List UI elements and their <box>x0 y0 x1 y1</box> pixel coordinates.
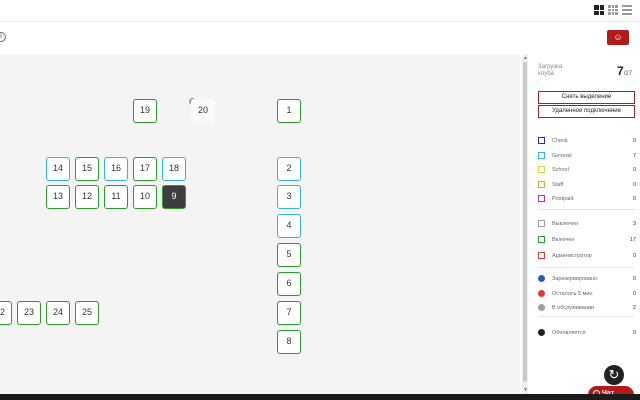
pc-tile-7[interactable]: 7 <box>277 301 301 325</box>
pc-tile-2[interactable]: 2 <box>277 157 301 181</box>
toolbar: i ☺ <box>0 22 640 54</box>
legend-swatch <box>538 236 545 243</box>
club-map: 19 20 1 1415161718 2 131211109 3 4 5 6 22232425 7 8 <box>0 54 520 394</box>
map-scrollbar[interactable]: ▲ ▼ <box>522 54 528 394</box>
deselect-button[interactable]: Снять выделение <box>538 91 635 104</box>
legend-group-school: School 0 <box>538 165 636 174</box>
legend-state-2: Администратор 0 <box>538 251 636 260</box>
legend-count: 0 <box>632 253 636 259</box>
legend-group-general: General 7 <box>538 151 636 160</box>
legend-swatch <box>538 304 545 311</box>
legend-state-1: Включен 17 <box>538 235 636 244</box>
legend-label: Check <box>552 138 568 144</box>
divider <box>538 316 635 317</box>
pc-tile-5[interactable]: 5 <box>277 243 301 267</box>
legend-label: School <box>552 167 569 173</box>
list-view-icon[interactable] <box>622 5 632 15</box>
scrollbar-thumb[interactable] <box>523 62 527 382</box>
legend-swatch <box>538 289 545 297</box>
pc-tile-11[interactable]: 11 <box>104 185 128 209</box>
legend-label: Зарезервировано <box>552 276 598 282</box>
legend-label: General <box>552 152 572 159</box>
scroll-down-icon[interactable]: ▼ <box>523 387 528 393</box>
legend-count: 2 <box>632 305 636 311</box>
legend-label: Staff <box>552 181 564 188</box>
legend-count: 0 <box>632 196 636 202</box>
legend-group-postpaid: Postpaid 0 <box>538 194 636 203</box>
pc-tile-20[interactable]: 20 <box>191 99 215 123</box>
legend-count: 0 <box>632 181 636 188</box>
legend-label: Postpaid <box>552 196 574 202</box>
legend-status-2: В обслуживании 2 <box>538 303 636 312</box>
legend-count: 0 <box>632 330 636 336</box>
legend-count: 7 <box>632 152 636 159</box>
pc-tile-23[interactable]: 23 <box>17 301 41 325</box>
legend-swatch <box>538 195 545 202</box>
pc-tile-17[interactable]: 17 <box>133 157 157 181</box>
pc-tile-19[interactable]: 19 <box>133 99 157 123</box>
pc-tile-15[interactable]: 15 <box>75 157 99 181</box>
pc-tile-14[interactable]: 14 <box>46 157 70 181</box>
pc-tile-8[interactable]: 8 <box>277 330 301 354</box>
legend-status-1: Осталось 5 мин 0 <box>538 289 636 298</box>
pc-tile-10[interactable]: 10 <box>133 185 157 209</box>
legend-swatch <box>538 151 545 159</box>
legend-count: 3 <box>632 221 636 227</box>
legend-state-0: Выключен 3 <box>538 219 636 228</box>
pc-tile-6[interactable]: 6 <box>277 272 301 296</box>
pc-tile-18[interactable]: 18 <box>162 157 186 181</box>
divider <box>538 267 635 268</box>
legend-label: В обслуживании <box>552 305 594 311</box>
legend-group-staff: Staff 0 <box>538 180 636 189</box>
info-icon[interactable]: i <box>0 32 6 42</box>
sidebar: Загрузка клуба Снять выделение Удаленное… <box>530 54 640 394</box>
club-load-value: 7/27 <box>617 64 632 78</box>
scroll-up-icon[interactable]: ▲ <box>523 55 528 61</box>
pc-tile-3[interactable]: 3 <box>277 185 301 209</box>
legend-count: 0 <box>632 167 636 173</box>
taskbar <box>0 394 640 400</box>
load-total: /27 <box>623 71 633 77</box>
pc-tile-1[interactable]: 1 <box>277 99 301 123</box>
legend-swatch <box>538 166 545 173</box>
grid-large-view-icon[interactable] <box>594 5 604 15</box>
legend-swatch <box>538 329 545 336</box>
legend-swatch <box>538 275 545 282</box>
legend-label: Включен <box>552 237 575 243</box>
pc-tile-4[interactable]: 4 <box>277 214 301 238</box>
legend-swatch <box>538 220 545 227</box>
legend-label: Выключен <box>552 221 579 227</box>
legend-label: Осталось 5 мин <box>552 290 593 297</box>
legend-group-check: Check 0 <box>538 136 636 145</box>
user-button[interactable]: ☺ <box>607 30 629 45</box>
top-bar <box>0 0 640 22</box>
legend-label: Обновляется <box>552 330 586 336</box>
user-icon: ☺ <box>613 32 623 42</box>
view-switcher <box>594 5 632 15</box>
remote-connect-button[interactable]: Удаленное подключение <box>538 105 635 118</box>
legend-count: 0 <box>632 138 636 144</box>
legend-status-0: Зарезервировано 0 <box>538 274 636 283</box>
legend-count: 0 <box>632 276 636 282</box>
legend-swatch <box>538 137 545 144</box>
legend-count: 0 <box>632 290 636 297</box>
pc-tile-9[interactable]: 9 <box>162 185 186 209</box>
grid-small-view-icon[interactable] <box>608 5 618 15</box>
pc-tile-12[interactable]: 12 <box>75 185 99 209</box>
legend-count: 17 <box>629 237 636 243</box>
pc-tile-25[interactable]: 25 <box>75 301 99 325</box>
pc-tile-24[interactable]: 24 <box>46 301 70 325</box>
refresh-icon[interactable]: ↻ <box>604 365 624 385</box>
pc-tile-16[interactable]: 16 <box>104 157 128 181</box>
load-count: 7 <box>617 64 624 78</box>
legend-swatch <box>538 252 545 259</box>
pc-tile-13[interactable]: 13 <box>46 185 70 209</box>
legend-updating: Обновляется 0 <box>538 328 636 337</box>
club-load-label: Загрузка клуба <box>538 64 563 77</box>
legend-swatch <box>538 180 545 188</box>
divider <box>538 209 635 210</box>
pc-tile-22[interactable]: 22 <box>0 301 12 325</box>
legend-label: Администратор <box>552 253 592 259</box>
